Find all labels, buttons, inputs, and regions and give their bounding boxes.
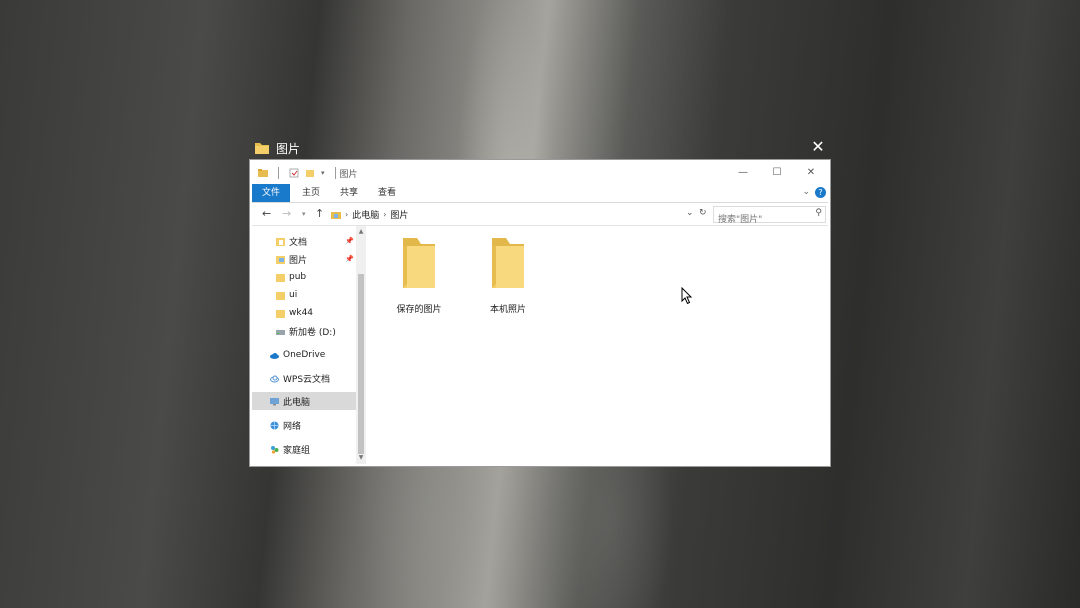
breadcrumb[interactable]: › 此电脑 › 图片 (330, 206, 712, 223)
back-arrow-icon[interactable]: ← (262, 203, 271, 225)
scroll-down-icon[interactable]: ▼ (356, 454, 366, 461)
window-title: 图片 (339, 169, 358, 180)
nav-item-label: ui (289, 290, 298, 300)
computer-icon (270, 397, 279, 405)
nav-item-network[interactable]: 网络 (252, 416, 356, 434)
title-bar: ▾ 图片 — ☐ ✕ (252, 162, 828, 184)
documents-folder-icon (276, 237, 285, 246)
nav-item-wk44[interactable]: wk44 (252, 304, 356, 322)
folder-icon (276, 291, 285, 300)
pin-icon[interactable]: 📌 (345, 255, 354, 263)
separator (278, 167, 279, 179)
file-list: 保存的图片 本机照片 (366, 226, 828, 464)
nav-item-label: WPS云文档 (283, 374, 331, 385)
scrollbar-thumb[interactable] (358, 274, 364, 454)
folder-icon (276, 273, 285, 282)
tab-file[interactable]: 文件 (252, 184, 291, 202)
cloud-icon (270, 352, 279, 359)
network-icon (270, 421, 279, 429)
folder-icon (276, 309, 285, 318)
nav-item-homegroup[interactable]: 家庭组 (252, 440, 356, 458)
separator (334, 167, 336, 179)
nav-item-label: 网络 (283, 421, 302, 432)
nav-item-onedrive[interactable]: OneDrive (252, 346, 356, 364)
scroll-up-icon[interactable]: ▲ (356, 228, 366, 235)
taskview-close-button[interactable]: ✕ (810, 139, 826, 155)
nav-item-label: 家庭组 (283, 445, 311, 456)
nav-item-pub[interactable]: pub (252, 268, 356, 286)
nav-item-documents[interactable]: 文档 📌 (252, 232, 356, 250)
location-icon (331, 211, 341, 219)
breadcrumb-pictures[interactable]: 图片 (390, 208, 408, 221)
refresh-icon[interactable]: ↻ (699, 206, 707, 221)
nav-item-this-pc[interactable]: 此电脑 (252, 392, 356, 410)
minimize-button[interactable]: — (726, 162, 760, 184)
address-bar: ← → ▾ ↑ › 此电脑 › 图片 ⌄ ↻ ⚲ (252, 203, 828, 228)
nav-item-label: 此电脑 (283, 397, 311, 408)
close-button[interactable]: ✕ (794, 162, 828, 184)
breadcrumb-this-pc[interactable]: 此电脑 (352, 208, 379, 221)
properties-icon[interactable] (289, 168, 299, 178)
new-folder-icon[interactable] (305, 168, 315, 178)
navigation-pane: 文档 📌 图片 📌 pub ui wk44 新加卷 (D:) OneDrive (252, 226, 356, 464)
breadcrumb-chevron-icon: › (383, 210, 387, 219)
up-arrow-icon[interactable]: ↑ (315, 203, 324, 225)
ribbon-tabs: 文件 主页 共享 查看 ⌄ ? (252, 184, 828, 203)
folder-icon (403, 238, 435, 288)
customize-toolbar-chevron-icon[interactable]: ▾ (321, 169, 325, 177)
tab-view[interactable]: 查看 (368, 184, 406, 202)
folder-item-camera-roll[interactable]: 本机照片 (472, 236, 544, 315)
nav-item-label: 图片 (289, 255, 308, 266)
mouse-cursor-icon (681, 287, 693, 305)
nav-item-label: pub (289, 272, 307, 282)
nav-item-pictures[interactable]: 图片 📌 (252, 250, 356, 268)
folder-item-label: 本机照片 (489, 305, 526, 315)
nav-item-label: 文档 (289, 237, 308, 248)
breadcrumb-chevron-icon: › (345, 210, 349, 219)
navigation-pane-scrollbar[interactable]: ▲ ▼ (356, 226, 366, 464)
folder-item-saved-pictures[interactable]: 保存的图片 (383, 236, 455, 315)
folder-icon (492, 238, 524, 288)
address-dropdown-icon[interactable]: ⌄ (686, 206, 694, 221)
cloud-outline-icon (270, 375, 279, 382)
drive-icon (276, 329, 285, 335)
nav-item-ui[interactable]: ui (252, 286, 356, 304)
forward-arrow-icon[interactable]: → (282, 203, 291, 225)
search-icon: ⚲ (815, 208, 822, 218)
folder-icon (255, 143, 269, 154)
pictures-folder-icon (276, 255, 285, 264)
nav-item-label: wk44 (289, 308, 314, 318)
recent-locations-chevron-icon[interactable]: ▾ (302, 203, 306, 225)
quick-access-toolbar: ▾ (252, 167, 340, 179)
folder-icon (258, 169, 268, 177)
nav-item-drive-d[interactable]: 新加卷 (D:) (252, 322, 356, 340)
taskview-window-caption[interactable]: 图片 (254, 138, 300, 158)
taskview-caption-title: 图片 (276, 141, 301, 156)
nav-item-label: 新加卷 (D:) (289, 327, 336, 338)
tab-home[interactable]: 主页 (292, 184, 330, 202)
search-box[interactable]: ⚲ (713, 206, 826, 228)
nav-item-wps-cloud[interactable]: WPS云文档 (252, 369, 356, 387)
folder-item-label: 保存的图片 (396, 305, 442, 315)
homegroup-icon (271, 445, 279, 454)
pin-icon[interactable]: 📌 (345, 237, 354, 245)
maximize-button[interactable]: ☐ (760, 162, 794, 184)
tab-share[interactable]: 共享 (330, 184, 368, 202)
expand-ribbon-chevron-icon[interactable]: ⌄ (802, 187, 810, 197)
help-icon[interactable]: ? (815, 187, 826, 198)
file-explorer-window: ▾ 图片 — ☐ ✕ 文件 主页 共享 查看 ⌄ ? ← → ▾ ↑ › 此电脑… (250, 160, 830, 466)
nav-item-label: OneDrive (283, 350, 326, 360)
